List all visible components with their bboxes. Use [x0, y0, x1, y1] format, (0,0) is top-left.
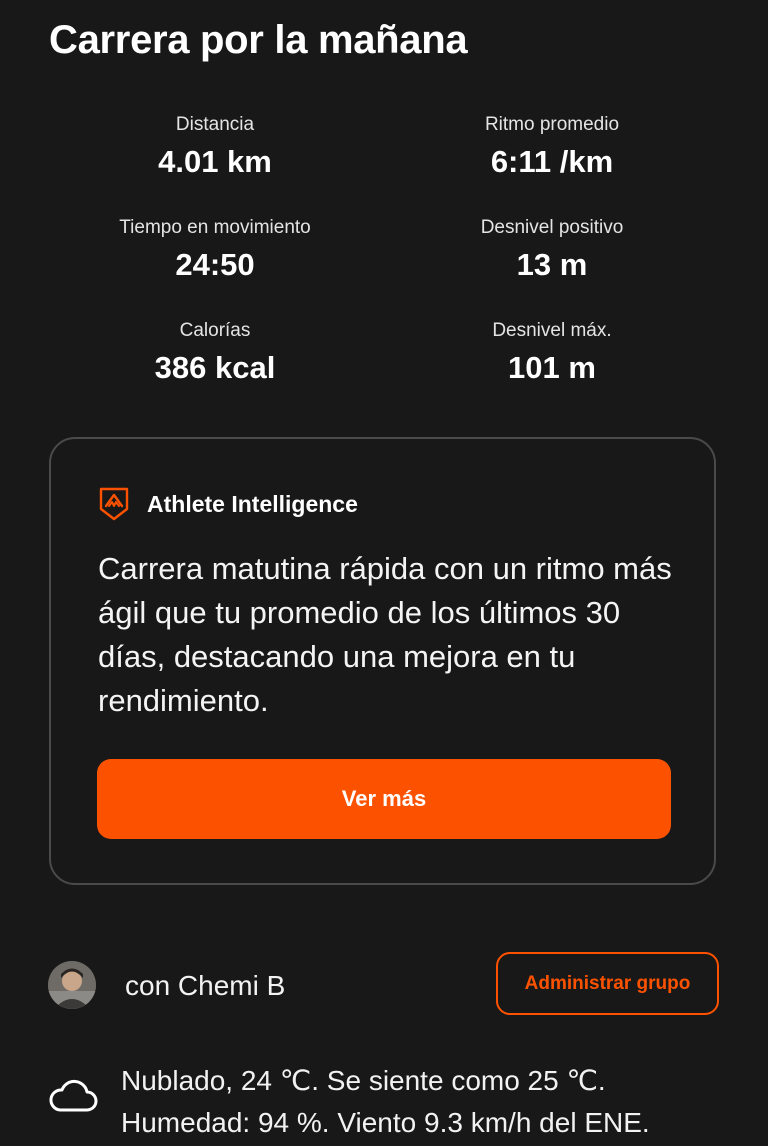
athlete-intelligence-card: Athlete Intelligence Carrera matutina rá… [49, 437, 716, 885]
stats-grid: Distancia 4.01 km Ritmo promedio 6:11 /k… [48, 112, 720, 421]
weather-row: Nublado, 24 ℃. Se siente como 25 ℃. Hume… [48, 1058, 748, 1146]
avatar[interactable] [48, 961, 96, 1009]
weather-summary: Nublado, 24 ℃. Se siente como 25 ℃. Hume… [121, 1060, 650, 1144]
stat-max-elevation: Desnivel máx. 101 m [384, 318, 720, 421]
manage-group-button[interactable]: Administrar grupo [496, 952, 719, 1015]
stat-calories: Calorías 386 kcal [48, 318, 384, 421]
stat-label: Ritmo promedio [484, 114, 620, 135]
stat-value: 13 m [516, 247, 588, 282]
stat-value: 24:50 [175, 247, 255, 282]
stat-moving-time: Tiempo en movimiento 24:50 [48, 215, 384, 318]
stat-value: 101 m [508, 350, 596, 385]
weather-conditions: Nublado, 24 ℃. Se siente como 25 ℃. [121, 1065, 606, 1096]
stat-label: Tiempo en movimiento [119, 217, 311, 238]
cloud-icon [48, 1076, 98, 1114]
group-row: con Chemi B Administrar grupo [48, 952, 720, 1016]
stat-average-pace: Ritmo promedio 6:11 /km [384, 112, 720, 215]
athlete-intelligence-title: Athlete Intelligence [147, 491, 358, 517]
group-companion-text: con Chemi B [125, 970, 286, 1001]
stat-value: 4.01 km [158, 144, 272, 179]
stat-value: 386 kcal [154, 350, 276, 385]
athlete-intelligence-header: Athlete Intelligence [99, 487, 358, 521]
stat-value: 6:11 /km [490, 144, 614, 179]
stat-label: Desnivel positivo [480, 217, 624, 238]
stat-label: Distancia [175, 114, 255, 135]
activity-title: Carrera por la mañana [49, 18, 468, 62]
athlete-intelligence-summary: Carrera matutina rápida con un ritmo más… [98, 551, 672, 718]
stat-label: Calorías [179, 320, 251, 341]
stat-label: Desnivel máx. [492, 320, 612, 341]
stat-distance: Distancia 4.01 km [48, 112, 384, 215]
see-more-button[interactable]: Ver más [97, 759, 671, 839]
stat-elevation-gain: Desnivel positivo 13 m [384, 215, 720, 318]
athlete-intelligence-icon [99, 487, 129, 521]
weather-humidity-wind: Humedad: 94 %. Viento 9.3 km/h del ENE. [121, 1107, 650, 1138]
